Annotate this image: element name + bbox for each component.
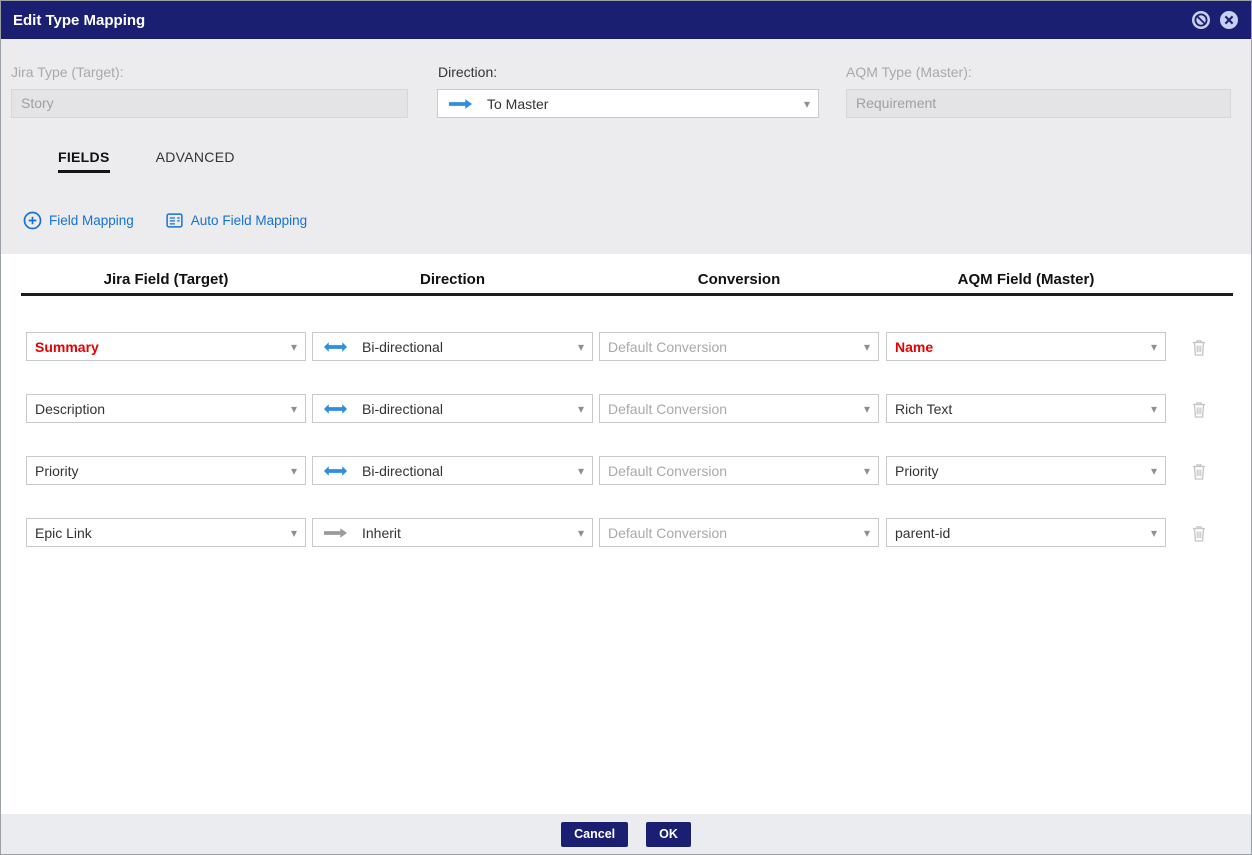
dialog-footer: Cancel OK <box>1 814 1251 854</box>
chevron-down-icon: ▾ <box>577 339 584 354</box>
tab-bar: FIELDS ADVANCED <box>58 149 235 173</box>
trash-icon <box>1193 401 1205 418</box>
jira-type-label: Jira Type (Target): <box>11 64 124 80</box>
chevron-down-icon: ▾ <box>1150 339 1157 354</box>
jira-field-value: Priority <box>35 462 79 479</box>
chevron-down-icon: ▾ <box>1150 401 1157 416</box>
direction-field-select[interactable]: Bi-directional ▾ <box>312 332 593 361</box>
chevron-down-icon: ▾ <box>577 463 584 478</box>
mapping-row: Priority ▾ Bi-directional ▾ Default Conv… <box>1 456 1251 485</box>
edit-type-mapping-dialog: Edit Type Mapping Jira Type (Target): St… <box>0 0 1252 855</box>
mapping-rows: Summary ▾ Bi-directional ▾ Default Conve… <box>1 332 1251 580</box>
tab-fields[interactable]: FIELDS <box>58 149 110 173</box>
mapping-row: Epic Link ▾ Inherit ▾ Default Conversion… <box>1 518 1251 547</box>
table-header-divider <box>21 293 1233 296</box>
field-mapping-button[interactable]: Field Mapping <box>23 211 134 230</box>
direction-label: Direction: <box>438 64 498 80</box>
mapping-row: Summary ▾ Bi-directional ▾ Default Conve… <box>1 332 1251 361</box>
aqm-field-value: Priority <box>895 462 939 479</box>
conversion-select[interactable]: Default Conversion ▾ <box>599 394 879 423</box>
aqm-field-value: Rich Text <box>895 400 953 417</box>
chevron-down-icon: ▾ <box>1150 525 1157 540</box>
chevron-down-icon: ▾ <box>290 463 297 478</box>
jira-field-select[interactable]: Priority ▾ <box>26 456 306 485</box>
direction-field-select[interactable]: Bi-directional ▾ <box>312 394 593 423</box>
delete-row-button[interactable] <box>1191 522 1211 544</box>
direction-field-value: Bi-directional <box>362 462 443 479</box>
conversion-value: Default Conversion <box>608 338 728 355</box>
jira-field-select[interactable]: Epic Link ▾ <box>26 518 306 547</box>
delete-row-button[interactable] <box>1191 398 1211 420</box>
plus-circle-icon <box>23 211 42 230</box>
chevron-down-icon: ▾ <box>863 525 870 540</box>
chevron-down-icon: ▾ <box>577 401 584 416</box>
aqm-field-value: Name <box>895 338 934 355</box>
chevron-down-icon: ▾ <box>290 525 297 540</box>
field-mapping-label: Field Mapping <box>49 213 134 228</box>
jira-field-value: Summary <box>35 338 99 355</box>
direction-field-value: Inherit <box>362 524 401 541</box>
auto-field-mapping-button[interactable]: Auto Field Mapping <box>165 211 307 230</box>
trash-icon <box>1193 339 1205 356</box>
direction-field-select[interactable]: Bi-directional ▾ <box>312 456 593 485</box>
auto-field-mapping-icon <box>166 213 183 228</box>
jira-field-value: Epic Link <box>35 524 92 541</box>
direction-field-value: Bi-directional <box>362 338 443 355</box>
chevron-down-icon: ▾ <box>803 96 810 111</box>
conversion-value: Default Conversion <box>608 524 728 541</box>
aqm-field-select[interactable]: Name ▾ <box>886 332 1166 361</box>
chevron-down-icon: ▾ <box>1150 463 1157 478</box>
column-header-conversion: Conversion <box>697 271 781 288</box>
trash-icon <box>1193 463 1205 480</box>
column-header-aqm-field: AQM Field (Master) <box>957 271 1095 288</box>
field-actions: Field Mapping Auto Field Mapping <box>23 211 307 230</box>
aqm-field-select[interactable]: Rich Text ▾ <box>886 394 1166 423</box>
chevron-down-icon: ▾ <box>290 401 297 416</box>
tab-advanced[interactable]: ADVANCED <box>156 149 235 170</box>
direction-arrow-icon <box>323 527 348 539</box>
conversion-select[interactable]: Default Conversion ▾ <box>599 332 879 361</box>
jira-field-select[interactable]: Summary ▾ <box>26 332 306 361</box>
to-master-arrow-icon <box>448 98 473 109</box>
aqm-field-select[interactable]: parent-id ▾ <box>886 518 1166 547</box>
jira-field-select[interactable]: Description ▾ <box>26 394 306 423</box>
direction-arrow-icon <box>323 465 348 477</box>
chevron-down-icon: ▾ <box>290 339 297 354</box>
conversion-select[interactable]: Default Conversion ▾ <box>599 456 879 485</box>
conversion-value: Default Conversion <box>608 400 728 417</box>
aqm-field-value: parent-id <box>895 524 951 541</box>
aqm-type-field: Requirement <box>846 89 1231 118</box>
delete-row-button[interactable] <box>1191 460 1211 482</box>
delete-row-button[interactable] <box>1191 336 1211 358</box>
aqm-field-select[interactable]: Priority ▾ <box>886 456 1166 485</box>
chevron-down-icon: ▾ <box>577 525 584 540</box>
jira-type-field: Story <box>11 89 408 118</box>
direction-field-select[interactable]: Inherit ▾ <box>312 518 593 547</box>
mapping-row: Description ▾ Bi-directional ▾ Default C… <box>1 394 1251 423</box>
trash-icon <box>1193 525 1205 542</box>
disable-icon[interactable] <box>1191 10 1211 30</box>
column-header-jira-field: Jira Field (Target) <box>103 271 229 288</box>
close-icon[interactable] <box>1219 10 1239 30</box>
conversion-value: Default Conversion <box>608 462 728 479</box>
field-mapping-table: Jira Field (Target) Direction Conversion… <box>1 254 1251 854</box>
chevron-down-icon: ▾ <box>863 463 870 478</box>
dialog-titlebar: Edit Type Mapping <box>1 1 1251 39</box>
chevron-down-icon: ▾ <box>863 401 870 416</box>
aqm-type-label: AQM Type (Master): <box>846 64 972 80</box>
auto-field-mapping-label: Auto Field Mapping <box>190 213 308 228</box>
jira-field-value: Description <box>35 400 106 417</box>
dialog-title: Edit Type Mapping <box>13 11 146 29</box>
conversion-select[interactable]: Default Conversion ▾ <box>599 518 879 547</box>
column-header-direction: Direction <box>419 271 485 288</box>
direction-value: To Master <box>487 95 549 112</box>
direction-field-value: Bi-directional <box>362 400 443 417</box>
direction-arrow-icon <box>323 341 348 353</box>
direction-select[interactable]: To Master ▾ <box>437 89 819 118</box>
direction-arrow-icon <box>323 403 348 415</box>
ok-button[interactable]: OK <box>646 821 691 847</box>
chevron-down-icon: ▾ <box>863 339 870 354</box>
cancel-button[interactable]: Cancel <box>561 821 629 847</box>
